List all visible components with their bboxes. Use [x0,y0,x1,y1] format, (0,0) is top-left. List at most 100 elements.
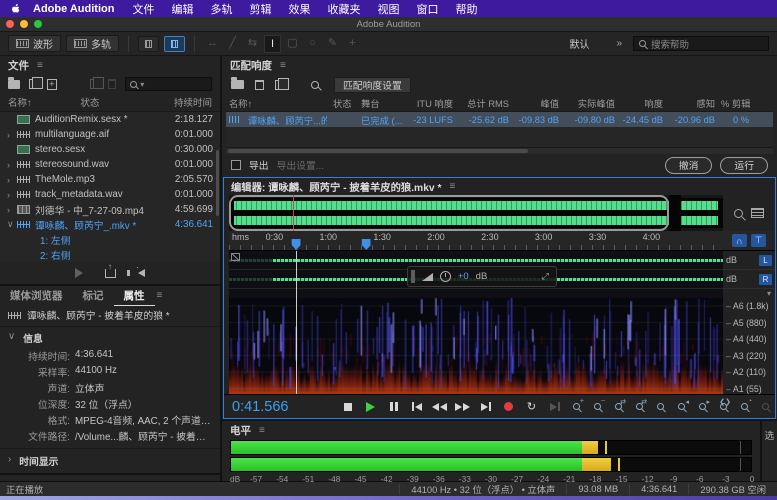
ml-column-1[interactable]: 状态 [330,95,358,111]
time-display-section[interactable]: › 时间显示 [0,448,220,473]
file-child-row[interactable]: 1: 左侧 [0,232,220,247]
multitrack-view-button[interactable]: 多轨 [66,35,119,52]
help-search-input[interactable]: 搜索帮助 [633,36,769,51]
column-name[interactable]: 名称↑ [8,95,32,109]
zoom-out-button[interactable]: − [589,400,606,414]
hud-pin-icon[interactable]: ⤢ [542,271,549,282]
expander-icon[interactable]: › [7,190,17,200]
files-search-input[interactable]: ▾ [125,77,212,91]
menu-item-收藏夹[interactable]: 收藏夹 [327,1,360,17]
time-display-expander-icon[interactable]: › [8,454,11,468]
match-loudness-settings-button[interactable]: 匹配响度设置 [334,77,411,93]
ml-column-7[interactable]: 响度 [618,95,666,111]
info-section-header[interactable]: ∨ 信息 [0,327,220,348]
menu-item-窗口[interactable]: 窗口 [416,1,438,17]
play-button[interactable] [361,399,380,414]
ml-column-5[interactable]: 峰值 [512,95,562,111]
hud-grip[interactable] [411,270,415,283]
marquee-selection-tool-icon[interactable]: ▢ [284,35,301,53]
zoom-in-right-button[interactable]: ▸ [694,400,711,414]
menu-app-name[interactable]: Adobe Audition [33,3,114,15]
scale-caret-icon[interactable]: ▾ [723,289,775,298]
levels-menu-icon[interactable]: ≡ [259,425,265,436]
next-button[interactable] [476,399,495,414]
headphones-icon[interactable]: ∩ [732,234,747,247]
match-loudness-scrollbar[interactable] [226,147,773,154]
open-file-icon[interactable] [8,80,20,89]
right-channel-badge[interactable]: R [759,274,772,285]
marker-pin-icon[interactable]: ⊤ [751,234,766,247]
preview-play-icon[interactable] [75,268,83,278]
ml-column-6[interactable]: 实际峰值 [562,95,618,111]
hud-fade-icon[interactable] [422,273,433,281]
window-title-bar[interactable]: Adobe Audition [0,17,777,32]
spectral-pitch-display[interactable] [229,298,723,394]
ffwd-button[interactable] [453,399,472,414]
menu-item-剪辑[interactable]: 剪辑 [249,1,271,17]
volume-hud[interactable]: +0 dB ⤢ [407,266,557,287]
menu-item-视图[interactable]: 视图 [377,1,399,17]
waveform-overview[interactable] [229,195,723,231]
expander-icon[interactable]: › [7,175,17,185]
spectral-frequency-toggle[interactable] [138,36,159,52]
file-row[interactable]: ∨谭咏麟、顾芮宁_.mkv *4:36.641 [0,217,220,232]
menu-item-帮助[interactable]: 帮助 [455,1,477,17]
razor-tool-icon[interactable]: ╱ [224,35,241,53]
file-list-scrollbar[interactable] [216,150,219,216]
workspace-overflow-chevron[interactable]: » [616,38,622,49]
file-row[interactable]: ›multilanguage.aif0:01.000 [0,127,220,142]
timeline-ruler[interactable]: hms 0:301:001:302:002:303:003:304:00 [229,231,723,251]
import-file-icon[interactable] [29,79,38,89]
envelope-icon[interactable] [231,253,240,261]
file-row[interactable]: ›刘德华 - 中_7-27-09.mp44:59.699 [0,202,220,217]
match-loudness-row[interactable]: 谭咏麟、顾芮宁...的狼.mkv *已完成 (...-23 LUFS-25.62… [226,111,773,127]
tab-属性[interactable]: 属性 [114,285,155,306]
zoom-timed-button[interactable]: ◔ [736,400,753,414]
menu-item-文件[interactable]: 文件 [132,1,154,17]
stop-button[interactable] [338,399,357,414]
paintbrush-tool-icon[interactable]: ✎ [324,35,341,53]
ml-column-2[interactable]: 舞台 [358,95,402,111]
display-layout-icon[interactable] [751,208,764,218]
zoom-in-button[interactable]: + [568,400,585,414]
undo-button[interactable]: 撤消 [665,157,713,174]
rew-button[interactable] [430,399,449,414]
channel-waveform-area[interactable]: +0 dB ⤢ [229,251,723,298]
tab-媒体浏览器[interactable]: 媒体浏览器 [0,285,73,305]
playhead-time-display[interactable]: 0:41.566 [232,399,318,415]
prev-button[interactable] [407,399,426,414]
workspace-selector[interactable]: 默认 [569,36,589,51]
spot-healing-tool-icon[interactable]: + [344,35,361,53]
hud-volume-knob[interactable] [440,271,451,282]
file-row[interactable]: ›stereosound.wav0:01.000 [0,157,220,172]
menu-item-编辑[interactable]: 编辑 [171,1,193,17]
move-tool-icon[interactable]: ↔ [204,35,221,53]
ml-remove-icon[interactable] [255,80,264,90]
menu-item-多轨[interactable]: 多轨 [210,1,232,17]
file-row[interactable]: stereo.sesx0:30.000 [0,142,220,157]
new-file-icon[interactable]: + [47,79,57,90]
export-checkbox[interactable] [231,160,241,170]
ml-add-files-icon[interactable] [231,80,244,89]
spectral-pitch-toggle[interactable] [164,36,185,52]
expander-icon[interactable]: › [7,205,17,215]
ml-column-0[interactable]: 名称↑ [226,95,330,111]
zoom-navigate-icon[interactable] [734,209,743,218]
expander-icon[interactable]: › [7,160,17,170]
pause-button[interactable] [384,399,403,414]
column-status[interactable]: 状态 [80,95,99,109]
left-tab-menu-icon[interactable]: ≡ [157,290,163,301]
file-child-row[interactable]: 2: 右侧 [0,247,220,262]
loop-button[interactable]: ↻ [522,399,541,414]
match-loudness-menu-icon[interactable]: ≡ [280,60,286,71]
collapsed-selection-view-panel[interactable]: 选 [760,421,777,481]
file-row[interactable]: ›TheMole.mp32:05.570 [0,172,220,187]
expander-icon[interactable]: ∨ [7,219,17,230]
open-in-icon[interactable] [105,269,116,278]
column-duration[interactable]: 持续时间 [174,95,212,109]
zoom-out-time-button[interactable]: ⇄ [631,400,648,414]
auto-play-speaker-icon[interactable] [138,269,145,277]
ml-duplicate-icon[interactable] [275,80,284,90]
tab-标记[interactable]: 标记 [73,285,114,305]
lasso-selection-tool-icon[interactable]: ○ [304,35,321,53]
